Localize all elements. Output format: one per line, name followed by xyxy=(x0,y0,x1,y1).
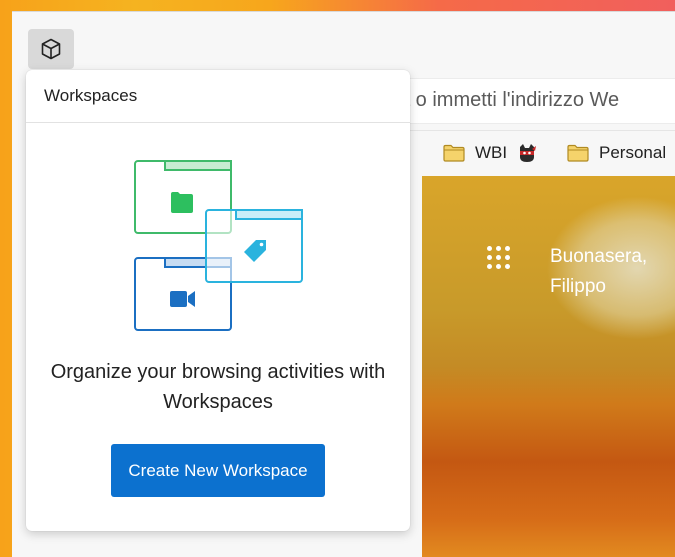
workspaces-cube-icon xyxy=(41,38,61,60)
ninja-cat-icon xyxy=(520,144,537,162)
address-bar-text: a o immetti l'indirizzo We xyxy=(399,89,620,111)
workspaces-illustration xyxy=(134,160,303,331)
cyan-window-icon xyxy=(205,209,303,283)
create-new-workspace-button[interactable]: Create New Workspace xyxy=(111,444,325,497)
favorites-bar: WBI Personal xyxy=(410,130,675,177)
flyout-title: Workspaces xyxy=(26,70,410,123)
folder-icon xyxy=(567,144,589,162)
new-tab-page: Buonasera, Filippo xyxy=(422,176,675,557)
workspaces-button[interactable] xyxy=(28,29,74,69)
apps-grid-icon[interactable] xyxy=(487,246,511,270)
favorite-folder-wbi[interactable]: WBI xyxy=(443,143,537,163)
greeting-text: Buonasera, Filippo xyxy=(550,246,648,297)
flyout-headline: Organize your browsing activities with W… xyxy=(50,361,386,413)
favorite-folder-personal[interactable]: Personal xyxy=(567,143,666,163)
favorite-label: Personal xyxy=(599,143,667,162)
folder-icon xyxy=(443,144,465,162)
favorite-label: WBI xyxy=(475,143,508,162)
workspaces-flyout: Workspaces Organize your browsing activi… xyxy=(26,70,410,531)
